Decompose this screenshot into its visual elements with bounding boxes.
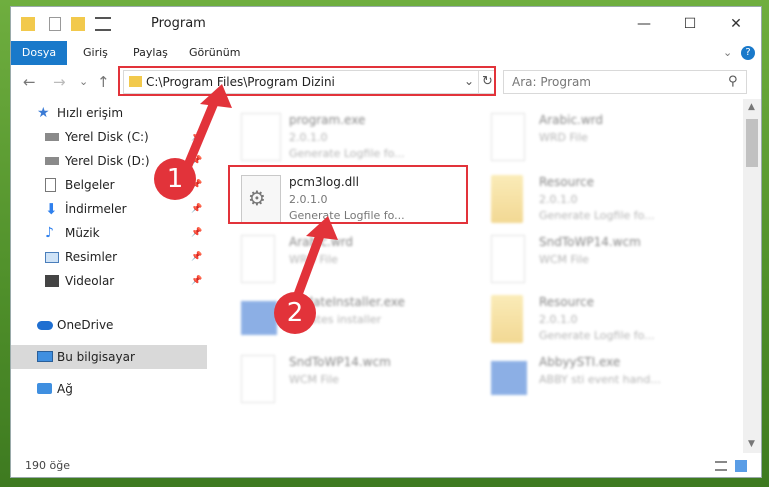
arrow-head-file	[306, 216, 338, 240]
arrow-head-address	[200, 84, 232, 108]
arrow-to-address	[181, 93, 221, 175]
step-badge-1: 1	[154, 158, 196, 200]
step-badge-2: 2	[274, 292, 316, 334]
annotation-arrows	[181, 84, 338, 305]
arrow-to-file	[291, 225, 327, 305]
